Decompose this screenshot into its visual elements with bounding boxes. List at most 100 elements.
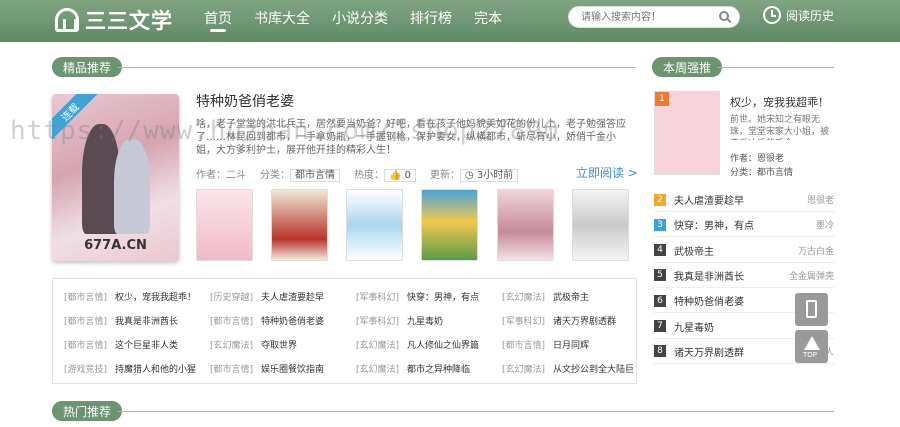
link-title[interactable]: 日月同辉 bbox=[553, 341, 589, 351]
book-thumbnail[interactable] bbox=[572, 189, 629, 261]
nav-rankings[interactable]: 排行榜 bbox=[410, 8, 452, 28]
rank-book-name[interactable]: 我真是非洲酋长 bbox=[674, 268, 789, 283]
update-time: 3小时前 bbox=[476, 170, 514, 181]
link-title[interactable]: 都市之异种降临 bbox=[407, 365, 470, 375]
section-divider bbox=[718, 67, 834, 68]
reading-history-button[interactable]: 阅读历史 bbox=[763, 6, 834, 24]
link-category[interactable]: [玄幻魔法] bbox=[356, 341, 399, 351]
link-title[interactable]: 九星毒奶 bbox=[407, 317, 443, 327]
link-category[interactable]: [历史穿越] bbox=[210, 293, 253, 303]
link-category[interactable]: [都市言情] bbox=[210, 365, 253, 375]
link-category[interactable]: [玄幻魔法] bbox=[210, 341, 253, 351]
link-category[interactable]: [玄幻魔法] bbox=[502, 365, 545, 375]
cover-text: 677A.CN bbox=[84, 238, 147, 253]
link-title[interactable]: 从文抄公到全大陆巨 bbox=[553, 365, 634, 375]
rank-number: 2 bbox=[654, 193, 666, 206]
featured-book-meta: 作者：二斗 分类： 都市言情 热度： 👍 0 更新： ◷ 3小时前 bbox=[196, 166, 519, 182]
link-title[interactable]: 特种奶爸俏老婆 bbox=[261, 317, 324, 327]
book-link-item[interactable]: [军事科幻] 快穿：男神，有点 bbox=[356, 290, 479, 303]
heat-label: 热度： bbox=[354, 170, 384, 181]
rank-book-name[interactable]: 夫人虐渣要趁早 bbox=[674, 192, 807, 207]
link-category[interactable]: [军事科幻] bbox=[502, 317, 545, 327]
featured-book-title[interactable]: 特种奶爸俏老婆 bbox=[196, 91, 294, 111]
logo-icon bbox=[55, 8, 79, 32]
book-link-item[interactable]: [玄幻魔法] 都市之异种降临 bbox=[356, 362, 470, 375]
book-link-item[interactable]: [军事科幻] 诸天万界剧透群 bbox=[502, 314, 616, 327]
book-link-item[interactable]: [历史穿越] 夫人虐渣要趁早 bbox=[210, 290, 324, 303]
book-link-item[interactable]: [都市言情] 娱乐圈餐饮指南 bbox=[210, 362, 324, 375]
link-category[interactable]: [都市言情] bbox=[64, 317, 107, 327]
heat-number: 0 bbox=[404, 170, 412, 181]
cover-figure bbox=[114, 139, 150, 234]
link-title[interactable]: 夫人虐渣要趁早 bbox=[261, 293, 324, 303]
ranking-item[interactable]: 5 我真是非洲酋长 全金属弹壳 bbox=[654, 264, 834, 288]
book-thumbnail[interactable] bbox=[196, 189, 253, 261]
book-link-item[interactable]: [玄幻魔法] 夺取世界 bbox=[210, 338, 297, 351]
ranking-item[interactable]: 2 夫人虐渣要趁早 恩很老 bbox=[654, 188, 834, 212]
link-title[interactable]: 持魔猎人和他的小猩 bbox=[115, 365, 196, 375]
search-icon[interactable] bbox=[719, 11, 729, 21]
book-link-item[interactable]: [游戏竞技] 持魔猎人和他的小猩 bbox=[64, 362, 196, 375]
book-link-item[interactable]: [军事科幻] 九星毒奶 bbox=[356, 314, 443, 327]
arrow-up-icon bbox=[804, 336, 820, 350]
link-category[interactable]: [玄幻魔法] bbox=[502, 293, 545, 303]
nav-categories[interactable]: 小说分类 bbox=[332, 8, 388, 28]
link-title[interactable]: 娱乐圈餐饮指南 bbox=[261, 365, 324, 375]
link-title[interactable]: 武极帝主 bbox=[553, 293, 589, 303]
book-thumbnail[interactable] bbox=[271, 189, 328, 261]
site-logo[interactable]: 三三文学 bbox=[55, 5, 173, 35]
link-category[interactable]: [都市言情] bbox=[210, 317, 253, 327]
weekly-top-title[interactable]: 权少，宠我我超乖！ bbox=[730, 94, 829, 110]
rank-book-name[interactable]: 快穿：男神，有点 bbox=[674, 217, 816, 232]
link-category[interactable]: [游戏竞技] bbox=[64, 365, 107, 375]
link-category[interactable]: [都市言情] bbox=[64, 293, 107, 303]
featured-section-title: 精品推荐 bbox=[52, 57, 123, 77]
book-link-item[interactable]: [都市言情] 特种奶爸俏老婆 bbox=[210, 314, 324, 327]
link-title[interactable]: 快穿：男神，有点 bbox=[407, 293, 479, 303]
link-category[interactable]: [都市言情] bbox=[502, 341, 545, 351]
link-category[interactable]: [玄幻魔法] bbox=[356, 365, 399, 375]
book-thumbnail[interactable] bbox=[421, 189, 478, 261]
book-link-item[interactable]: [都市言情] 权少，宠我我超乖！ bbox=[64, 290, 196, 303]
hot-section-title: 热门推荐 bbox=[52, 401, 123, 421]
genre-value[interactable]: 都市言情 bbox=[290, 169, 340, 182]
book-link-item[interactable]: [都市言情] 日月同辉 bbox=[502, 338, 589, 351]
link-category[interactable]: [都市言情] bbox=[64, 341, 107, 351]
nav-home[interactable]: 首页 bbox=[204, 8, 232, 32]
weekly-top-genre: 分类：都市言情 bbox=[730, 168, 794, 178]
book-link-item[interactable]: [玄幻魔法] 凡人修仙之仙界篇 bbox=[356, 338, 479, 351]
logo-text: 三三文学 bbox=[85, 9, 173, 33]
link-title[interactable]: 凡人修仙之仙界篇 bbox=[407, 341, 479, 351]
search-input[interactable] bbox=[581, 7, 721, 27]
back-to-top-button[interactable]: TOP bbox=[795, 330, 828, 363]
rank-book-name[interactable]: 武极帝主 bbox=[674, 243, 798, 258]
clock-icon bbox=[763, 6, 781, 24]
book-link-item[interactable]: [玄幻魔法] 武极帝主 bbox=[502, 290, 589, 303]
top-label: TOP bbox=[803, 351, 818, 359]
book-link-item[interactable]: [都市言情] 这个巨星非人类 bbox=[64, 338, 178, 351]
nav-completed[interactable]: 完本 bbox=[474, 8, 502, 28]
ranking-item[interactable]: 4 武极帝主 万古白金 bbox=[654, 239, 834, 263]
link-category[interactable]: [军事科幻] bbox=[356, 293, 399, 303]
mobile-button[interactable] bbox=[795, 293, 828, 326]
link-title[interactable]: 权少，宠我我超乖！ bbox=[115, 293, 196, 303]
nav-library[interactable]: 书库大全 bbox=[254, 8, 310, 28]
book-link-item[interactable]: [都市言情] 我真是非洲酋长 bbox=[64, 314, 178, 327]
read-now-link[interactable]: 立即阅读 > bbox=[576, 164, 638, 181]
rank-number: 3 bbox=[654, 218, 666, 231]
rank-author: 万古白金 bbox=[797, 246, 834, 257]
link-title[interactable]: 这个巨星非人类 bbox=[115, 341, 178, 351]
ranking-item[interactable]: 3 快穿：男神，有点 墨冷 bbox=[654, 213, 834, 238]
top-navbar: 三三文学 首页 书库大全 小说分类 排行榜 完本 阅读历史 bbox=[0, 0, 900, 42]
link-title[interactable]: 我真是非洲酋长 bbox=[115, 317, 178, 327]
weekly-top-book-cover[interactable]: 1 bbox=[654, 91, 720, 175]
rank-book-name[interactable]: 诸天万界剧透群 bbox=[674, 344, 798, 359]
link-title[interactable]: 诸天万界剧透群 bbox=[553, 317, 616, 327]
link-title[interactable]: 夺取世界 bbox=[261, 341, 297, 351]
book-thumbnail[interactable] bbox=[497, 189, 554, 261]
reading-history-label: 阅读历史 bbox=[786, 8, 835, 23]
rank-number: 6 bbox=[654, 294, 666, 307]
link-category[interactable]: [军事科幻] bbox=[356, 317, 399, 327]
book-thumbnail[interactable] bbox=[346, 189, 403, 261]
book-link-item[interactable]: [玄幻魔法] 从文抄公到全大陆巨 bbox=[502, 362, 634, 375]
